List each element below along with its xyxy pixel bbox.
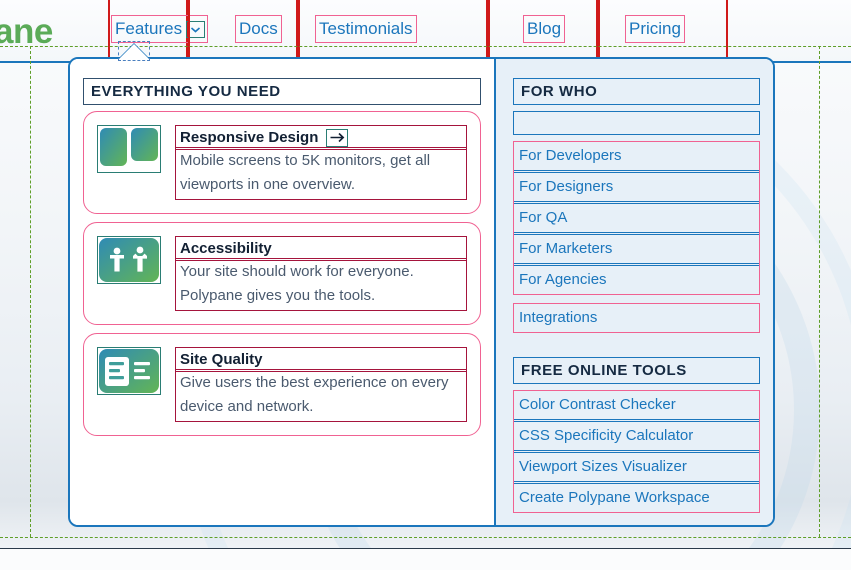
side-link-create-polypane-workspace[interactable]: Create Polypane Workspace [513,483,760,513]
site-quality-document-icon [97,347,161,395]
feature-card-body: Responsive Design Mobile screens to 5K m… [175,125,467,200]
feature-card-site-quality[interactable]: Site Quality Give users the best experie… [83,333,481,436]
for-who-link-list: For Developers For Designers For QA For … [513,141,760,295]
nav-item-pricing[interactable]: Pricing [598,0,728,62]
feature-card-description: Your site should work for everyone. Poly… [175,258,467,311]
responsive-layout-icon [97,125,161,173]
menu-left-column: EVERYTHING YOU NEED Responsive Design Mo… [70,59,494,525]
nav-link-docs[interactable]: Docs [235,15,282,43]
side-link-viewport-sizes-visualizer[interactable]: Viewport Sizes Visualizer [513,452,760,482]
features-mega-menu: EVERYTHING YOU NEED Responsive Design Mo… [68,57,775,527]
feature-card-body: Accessibility Your site should work for … [175,236,467,311]
feature-card-responsive[interactable]: Responsive Design Mobile screens to 5K m… [83,111,481,214]
side-link-integrations[interactable]: Integrations [513,303,760,333]
layout-guide-horizontal [0,537,851,538]
feature-card-title-row[interactable]: Accessibility [175,236,467,261]
feature-card-title: Accessibility [180,240,272,257]
section-heading-everything: EVERYTHING YOU NEED [83,78,481,105]
side-link-for-developers[interactable]: For Developers [513,141,760,171]
layout-guide-vertical [819,46,820,537]
side-link-color-contrast-checker[interactable]: Color Contrast Checker [513,390,760,420]
feature-card-title-row[interactable]: Responsive Design [175,125,467,150]
page-content-below: Polypane 9.1: Form autofilling, fast [0,549,851,570]
section-heading-free-tools: FREE ONLINE TOOLS [513,357,760,384]
section-heading-for-who: FOR WHO [513,78,760,105]
feature-card-title: Site Quality [180,351,263,368]
arrow-right-icon [326,128,349,147]
nav-item-docs[interactable]: Docs [188,0,298,62]
nav-item-blog[interactable]: Blog [488,0,598,62]
nav-link-blog[interactable]: Blog [522,15,566,43]
feature-card-body: Site Quality Give users the best experie… [175,347,467,422]
nav-link-label: Features [115,19,183,38]
side-link-for-marketers[interactable]: For Marketers [513,234,760,264]
logo[interactable]: ane [0,14,53,49]
feature-card-description: Give users the best experience on every … [175,369,467,422]
nav-link-pricing[interactable]: Pricing [625,15,685,43]
dropdown-caret [118,41,150,61]
side-link-for-agencies[interactable]: For Agencies [513,265,760,295]
side-link-css-specificity-calculator[interactable]: CSS Specificity Calculator [513,421,760,451]
feature-card-description: Mobile screens to 5K monitors, get all v… [175,147,467,200]
menu-right-column: FOR WHO For Developers For Designers For… [494,59,773,525]
nav-link-testimonials[interactable]: Testimonials [315,15,417,43]
feature-card-title: Responsive Design [180,129,319,146]
accessibility-people-icon [97,236,161,284]
feature-card-title-row[interactable]: Site Quality [175,347,467,372]
integrations-link-wrapper: Integrations [513,303,760,333]
side-link-for-qa[interactable]: For QA [513,203,760,233]
nav-item-testimonials[interactable]: Testimonials [298,0,488,62]
free-tools-link-list: Color Contrast Checker CSS Specificity C… [513,390,760,513]
layout-guide-vertical [30,46,31,537]
for-who-spacer [513,111,760,135]
feature-card-accessibility[interactable]: Accessibility Your site should work for … [83,222,481,325]
side-link-for-designers[interactable]: For Designers [513,172,760,202]
